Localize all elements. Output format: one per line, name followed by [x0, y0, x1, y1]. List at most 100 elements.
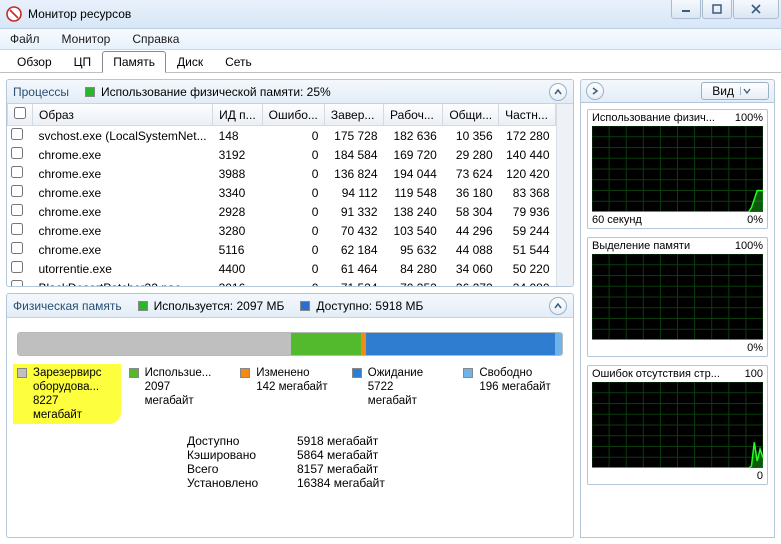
legend-modified: Изменено 142 мегабайт — [240, 366, 340, 422]
col-commit[interactable]: Завер... — [324, 104, 383, 126]
in-use-chip-icon — [138, 301, 148, 311]
row-check[interactable] — [11, 261, 23, 273]
cell-err: 0 — [262, 145, 324, 164]
cell-err: 0 — [262, 126, 324, 146]
col-private[interactable]: Частн... — [499, 104, 556, 126]
row-check[interactable] — [11, 242, 23, 254]
chart2-title: Выделение памяти — [592, 240, 690, 252]
processes-collapse-button[interactable] — [549, 83, 567, 101]
memory-legend: Зарезервирс оборудова... 8227 мегабайт И… — [17, 366, 563, 422]
cell-work: 70 352 — [384, 278, 443, 286]
row-check[interactable] — [11, 223, 23, 235]
swatch-used-icon — [129, 368, 139, 378]
table-row[interactable]: chrome.exe3280070 432103 54044 29659 244 — [8, 221, 556, 240]
chart1-title: Использование физич... — [592, 112, 715, 124]
menu-monitor[interactable]: Монитор — [58, 30, 115, 48]
cell-pid: 3988 — [213, 164, 263, 183]
charts-expand-button[interactable] — [586, 82, 604, 100]
processes-table: Образ ИД п... Ошибо... Завер... Рабоч...… — [7, 104, 556, 286]
chart3-min: 0 — [757, 470, 763, 482]
cell-commit: 62 184 — [324, 240, 383, 259]
physical-collapse-button[interactable] — [549, 297, 567, 315]
col-pid[interactable]: ИД п... — [213, 104, 263, 126]
processes-header[interactable]: Процессы Использование физической памяти… — [7, 80, 573, 104]
tab-overview[interactable]: Обзор — [6, 51, 63, 73]
table-row[interactable]: chrome.exe31920184 584169 72029 280140 4… — [8, 145, 556, 164]
cell-work: 182 636 — [384, 126, 443, 146]
cell-shared: 34 060 — [443, 259, 499, 278]
cell-shared: 29 280 — [443, 145, 499, 164]
maximize-button[interactable] — [702, 0, 732, 19]
table-row[interactable]: chrome.exe3340094 112119 54836 18083 368 — [8, 183, 556, 202]
minimize-button[interactable] — [671, 0, 701, 19]
cell-pid: 3280 — [213, 221, 263, 240]
cell-err: 0 — [262, 221, 324, 240]
col-check[interactable] — [8, 104, 33, 126]
menu-help[interactable]: Справка — [128, 30, 183, 48]
tabbar: Обзор ЦП Память Диск Сеть — [0, 50, 781, 73]
close-button[interactable] — [733, 0, 779, 19]
col-image[interactable]: Образ — [33, 104, 213, 126]
tab-network[interactable]: Сеть — [214, 51, 263, 73]
cell-shared: 36 272 — [443, 278, 499, 286]
table-row[interactable]: svchost.exe (LocalSystemNet...1480175 72… — [8, 126, 556, 146]
tab-disk[interactable]: Диск — [166, 51, 214, 73]
cell-work: 119 548 — [384, 183, 443, 202]
menu-file[interactable]: Файл — [6, 30, 44, 48]
close-icon — [750, 4, 762, 14]
row-check[interactable] — [11, 280, 23, 286]
cell-image: chrome.exe — [33, 183, 213, 202]
dropdown-icon — [740, 87, 752, 95]
row-check[interactable] — [11, 128, 23, 140]
row-check[interactable] — [11, 204, 23, 216]
cell-image: chrome.exe — [33, 221, 213, 240]
cell-priv: 50 220 — [499, 259, 556, 278]
table-row[interactable]: chrome.exe5116062 18495 63244 08851 544 — [8, 240, 556, 259]
processes-scrollbar[interactable] — [556, 104, 573, 286]
cell-err: 0 — [262, 202, 324, 221]
row-check[interactable] — [11, 185, 23, 197]
tab-memory[interactable]: Память — [102, 51, 166, 73]
cell-image: chrome.exe — [33, 240, 213, 259]
table-row[interactable]: chrome.exe2928091 332138 24058 30479 936 — [8, 202, 556, 221]
cell-work: 194 044 — [384, 164, 443, 183]
row-check[interactable] — [11, 147, 23, 159]
cell-commit: 184 584 — [324, 145, 383, 164]
cell-err: 0 — [262, 183, 324, 202]
chart1-max: 100% — [735, 112, 763, 124]
cell-work: 138 240 — [384, 202, 443, 221]
cell-err: 0 — [262, 240, 324, 259]
col-errors[interactable]: Ошибо... — [262, 104, 324, 126]
cell-shared: 58 304 — [443, 202, 499, 221]
titlebar[interactable]: Монитор ресурсов — [0, 0, 781, 29]
view-button[interactable]: Вид — [701, 82, 769, 100]
legend-standby: Ожидание 5722 мегабайт — [352, 366, 452, 422]
table-row[interactable]: chrome.exe39880136 824194 04473 624120 4… — [8, 164, 556, 183]
cell-pid: 148 — [213, 126, 263, 146]
cell-priv: 120 420 — [499, 164, 556, 183]
cell-commit: 71 524 — [324, 278, 383, 286]
cell-pid: 5116 — [213, 240, 263, 259]
bar-seg-hardware — [18, 333, 291, 355]
check-all[interactable] — [14, 107, 26, 119]
window: Монитор ресурсов Файл Монитор Справка Об… — [0, 0, 781, 544]
row-check[interactable] — [11, 166, 23, 178]
cell-shared: 73 624 — [443, 164, 499, 183]
table-row[interactable]: BlackDesertPatcher32.pae3016071 52470 35… — [8, 278, 556, 286]
swatch-modified-icon — [240, 368, 250, 378]
charts-sidebar: Вид Использование физич... 100% 60 секун… — [580, 79, 775, 538]
window-title: Монитор ресурсов — [28, 7, 131, 21]
physical-memory-header[interactable]: Физическая память Используется: 2097 МБ … — [7, 294, 573, 318]
cell-pid: 4400 — [213, 259, 263, 278]
cell-shared: 10 356 — [443, 126, 499, 146]
chevron-up-icon — [554, 302, 562, 310]
physical-memory-panel: Физическая память Используется: 2097 МБ … — [6, 293, 574, 538]
col-working[interactable]: Рабоч... — [384, 104, 443, 126]
col-shared[interactable]: Общи... — [443, 104, 499, 126]
available-chip-icon — [300, 301, 310, 311]
charts-header: Вид — [580, 79, 775, 103]
processes-title: Процессы — [13, 85, 69, 99]
table-row[interactable]: utorrentie.exe4400061 46484 28034 06050 … — [8, 259, 556, 278]
tab-cpu[interactable]: ЦП — [63, 51, 103, 73]
cell-image: utorrentie.exe — [33, 259, 213, 278]
